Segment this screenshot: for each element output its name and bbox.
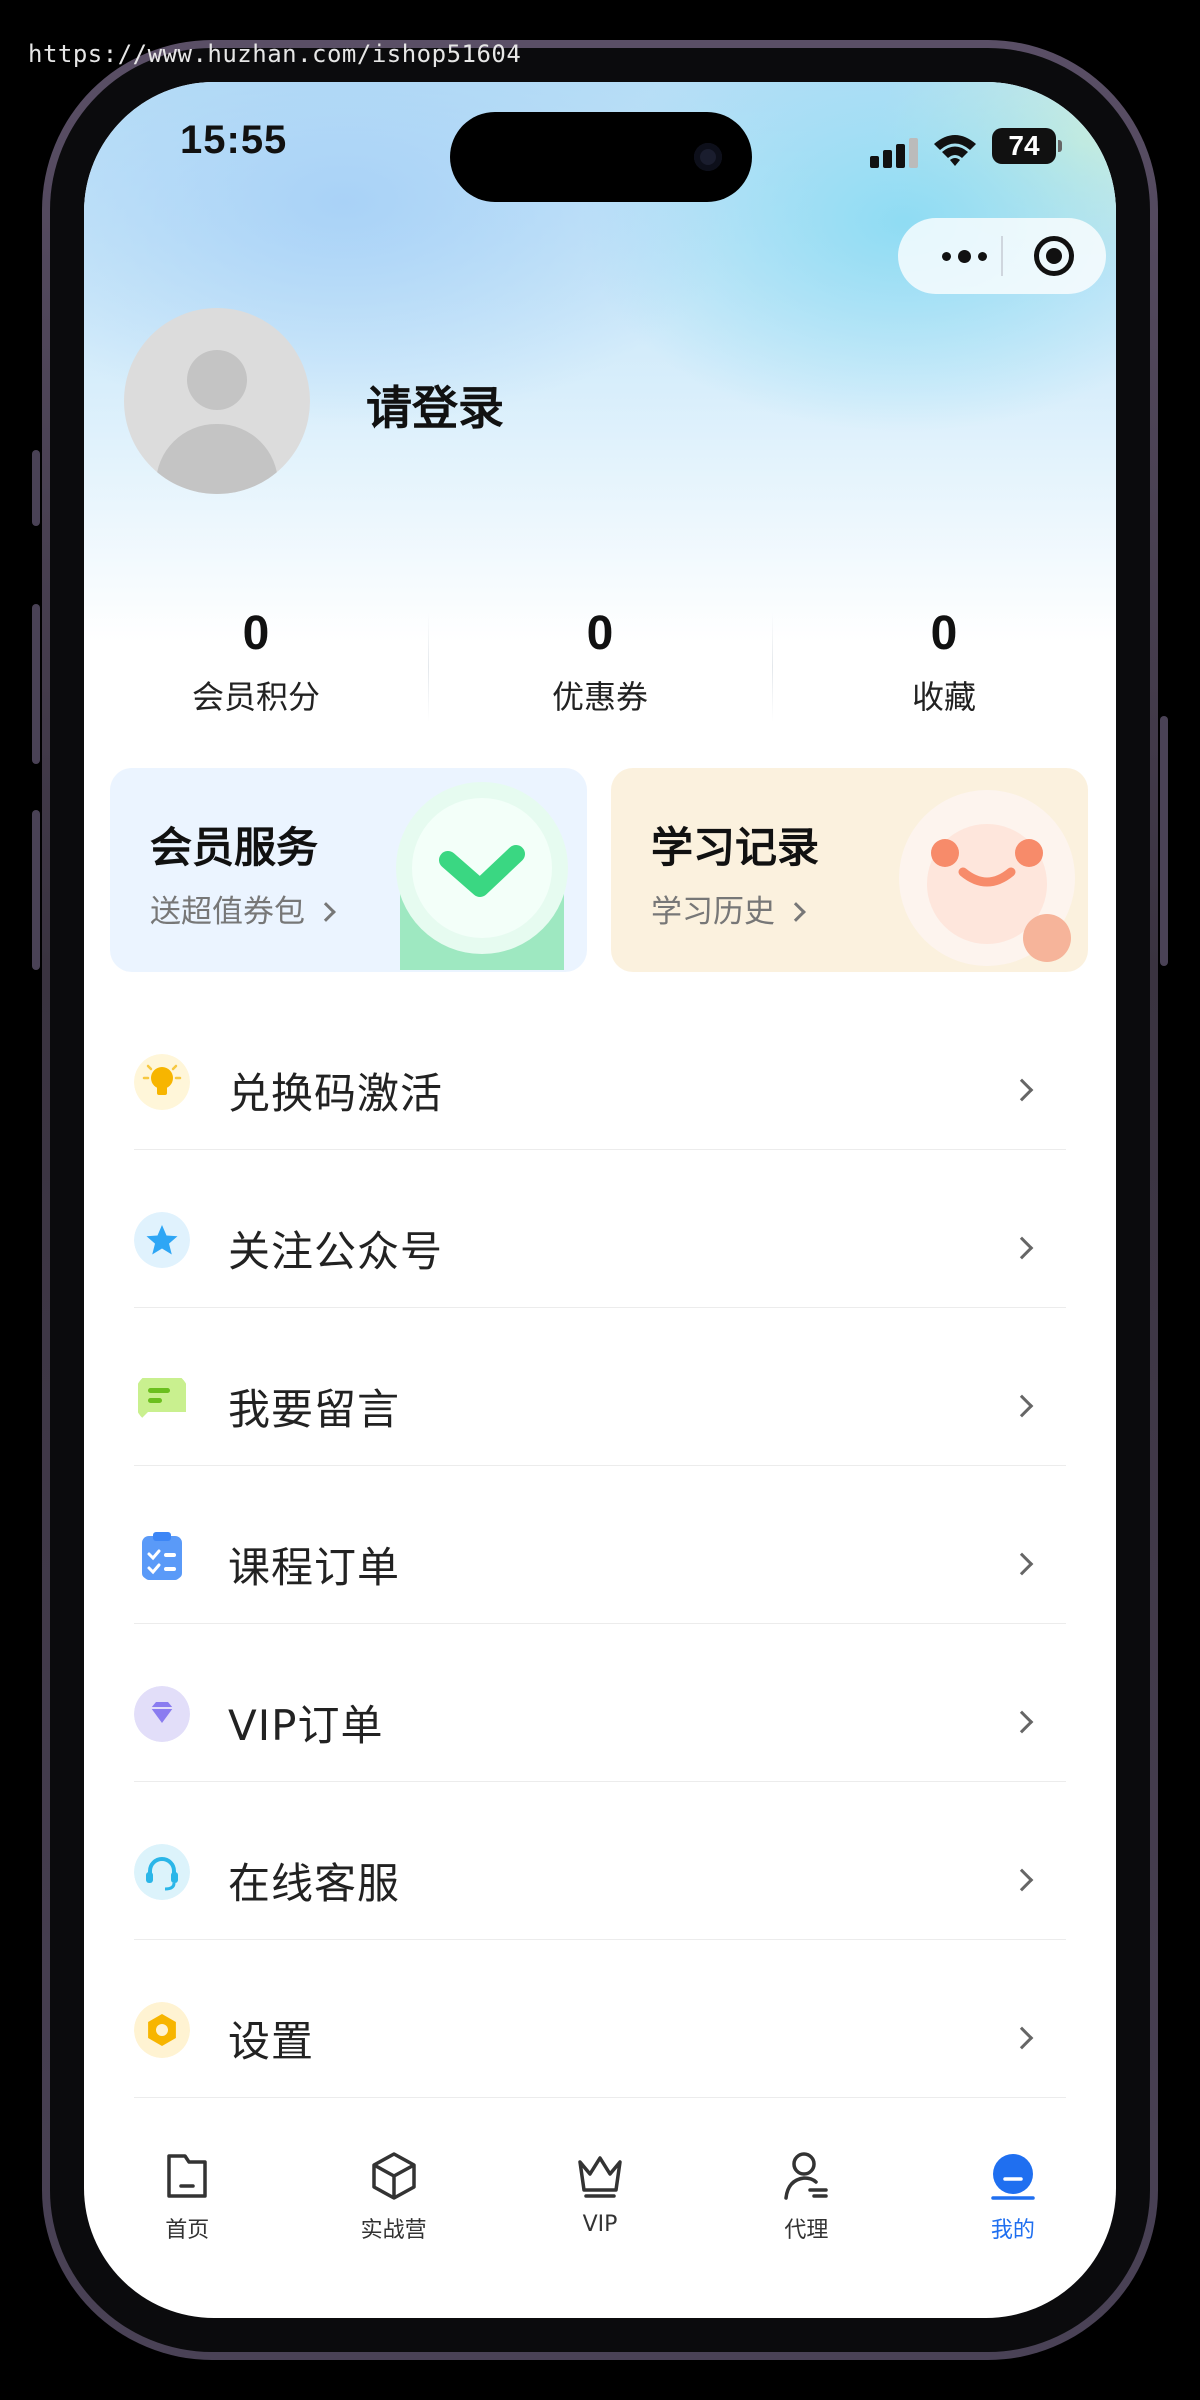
login-prompt[interactable]: 请登录 — [366, 372, 504, 438]
chevron-right-icon — [316, 902, 336, 922]
stat-points-value: 0 — [242, 607, 270, 660]
volume-up-button — [32, 604, 40, 764]
home-icon — [167, 2154, 207, 2198]
stat-favorites-value: 0 — [930, 607, 958, 660]
phone-frame: 15:55 74 请登录 0 会员积分 0 优惠券 0 收藏 会员服务 送超值券… — [42, 40, 1158, 2360]
tab-agent[interactable]: 代理 — [703, 2148, 909, 2268]
gear-icon — [134, 2002, 190, 2058]
tab-label: 代理 — [784, 2218, 829, 2243]
stat-favorites-label: 收藏 — [911, 678, 976, 716]
star-icon — [134, 1212, 190, 1268]
tab-label: 实战营 — [360, 2218, 427, 2243]
stat-points-label: 会员积分 — [191, 678, 320, 716]
chevron-right-icon — [1010, 1868, 1034, 1892]
menu-item-leave-message[interactable]: 我要留言 — [134, 1308, 1066, 1466]
stats-row: 0 会员积分 0 优惠券 0 收藏 — [84, 602, 1116, 742]
message-icon — [138, 1378, 186, 1422]
stat-favorites[interactable]: 0 收藏 — [772, 602, 1116, 742]
menu-item-vip-orders[interactable]: VIP订单 — [134, 1624, 1066, 1782]
crown-icon — [578, 2156, 622, 2198]
menu-item-label: 在线客服 — [228, 1859, 401, 1908]
menu-item-label: VIP订单 — [228, 1701, 384, 1750]
close-miniprogram-icon[interactable] — [1034, 236, 1074, 276]
tab-mine[interactable]: 我的 — [910, 2148, 1116, 2268]
chevron-right-icon — [1010, 1078, 1034, 1102]
more-menu-icon[interactable] — [928, 218, 1000, 294]
study-record-title: 学习记录 — [651, 823, 820, 872]
menu-item-label: 关注公众号 — [228, 1227, 444, 1276]
study-record-subtitle: 学习历史 — [651, 886, 806, 931]
avatar[interactable] — [124, 308, 310, 494]
tab-bootcamp[interactable]: 实战营 — [290, 2148, 496, 2268]
cellular-signal-icon — [870, 138, 920, 168]
dynamic-island — [450, 112, 752, 202]
cube-icon — [371, 2152, 416, 2200]
menu-item-online-support[interactable]: 在线客服 — [134, 1782, 1066, 1940]
wifi-icon — [934, 135, 976, 166]
capsule-divider — [1001, 236, 1003, 276]
power-button — [1160, 716, 1168, 966]
volume-down-button — [32, 810, 40, 970]
lightbulb-icon — [134, 1054, 190, 1110]
member-service-subtitle: 送超值券包 — [150, 886, 336, 931]
study-record-card[interactable]: 学习记录 学习历史 — [611, 768, 1088, 972]
chevron-right-icon — [1010, 1710, 1034, 1734]
smiley-face-icon — [899, 790, 1075, 966]
checkmark-badge-icon — [396, 782, 568, 970]
tab-home[interactable]: 首页 — [84, 2148, 290, 2268]
menu-item-label: 兑换码激活 — [228, 1069, 444, 1118]
menu-item-follow-official-account[interactable]: 关注公众号 — [134, 1150, 1066, 1308]
agent-icon — [784, 2152, 829, 2200]
status-time: 15:55 — [180, 118, 288, 162]
menu-item-label: 我要留言 — [228, 1385, 401, 1434]
battery-indicator: 74 — [992, 128, 1062, 164]
front-camera — [694, 143, 722, 171]
action-button — [32, 450, 40, 526]
menu-list: 兑换码激活 关注公众号 我要留言 课程订单 VIP订单 在线客服 设置 — [134, 992, 1066, 2098]
menu-item-course-orders[interactable]: 课程订单 — [134, 1466, 1066, 1624]
app-screen: 15:55 74 请登录 0 会员积分 0 优惠券 0 收藏 会员服务 送超值券… — [84, 82, 1116, 2318]
stat-coupons[interactable]: 0 优惠券 — [428, 602, 772, 742]
tab-label: VIP — [582, 2212, 618, 2237]
chevron-right-icon — [1010, 1552, 1034, 1576]
watermark-url: https://www.huzhan.com/ishop51604 — [28, 40, 522, 68]
diamond-icon — [134, 1686, 190, 1742]
tab-vip[interactable]: VIP — [497, 2148, 703, 2268]
bottom-tab-bar: 首页 实战营 VIP 代理 我的 — [84, 2148, 1116, 2268]
chevron-right-icon — [1010, 2026, 1034, 2050]
headset-icon — [134, 1844, 190, 1900]
member-service-title: 会员服务 — [150, 823, 319, 872]
menu-item-label: 课程订单 — [228, 1543, 401, 1592]
profile-icon — [991, 2154, 1035, 2200]
stat-coupons-label: 优惠券 — [551, 678, 648, 716]
chevron-right-icon — [786, 902, 806, 922]
member-service-card[interactable]: 会员服务 送超值券包 — [110, 768, 587, 972]
stat-coupons-value: 0 — [586, 607, 614, 660]
menu-item-redeem-code[interactable]: 兑换码激活 — [134, 992, 1066, 1150]
stat-points[interactable]: 0 会员积分 — [84, 602, 428, 742]
chevron-right-icon — [1010, 1394, 1034, 1418]
tab-label: 我的 — [990, 2218, 1035, 2243]
feature-cards: 会员服务 送超值券包 学习记录 学习历史 — [110, 768, 1088, 972]
status-bar: 15:55 74 — [84, 82, 1116, 222]
menu-item-label: 设置 — [228, 2017, 315, 2066]
menu-item-settings[interactable]: 设置 — [134, 1940, 1066, 2098]
miniprogram-capsule — [898, 218, 1106, 294]
clipboard-icon — [142, 1532, 182, 1580]
chevron-right-icon — [1010, 1236, 1034, 1260]
tab-label: 首页 — [165, 2218, 210, 2243]
